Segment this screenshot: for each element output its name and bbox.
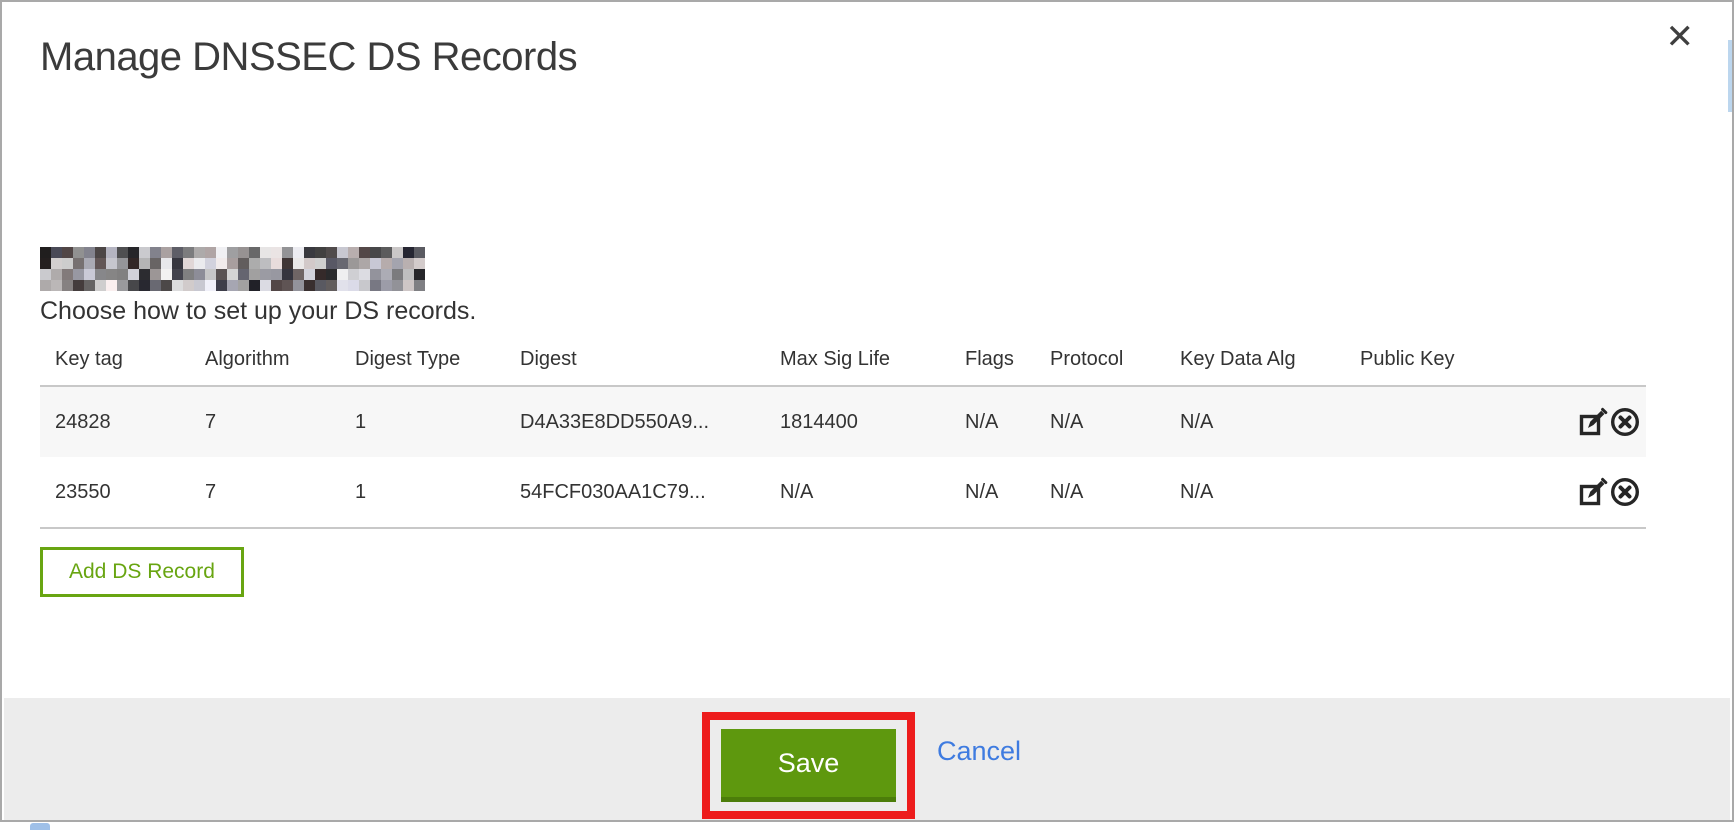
edit-record-icon[interactable] — [1578, 477, 1608, 507]
col-algorithm: Algorithm — [190, 336, 340, 386]
cell-digest-type: 1 — [340, 386, 505, 457]
col-key-tag: Key tag — [40, 336, 190, 386]
cell-max-sig-life: N/A — [765, 457, 950, 528]
col-protocol: Protocol — [1035, 336, 1165, 386]
modal-footer: Save Cancel — [4, 698, 1730, 820]
dnssec-modal: Manage DNSSEC DS Records ✕ Choose how to… — [0, 0, 1734, 822]
annotation-highlight: Save — [702, 712, 915, 819]
row-actions — [1480, 386, 1646, 457]
cell-digest-type: 1 — [340, 457, 505, 528]
cell-public-key — [1345, 457, 1480, 528]
cell-digest: D4A33E8DD550A9... — [505, 386, 765, 457]
cancel-link[interactable]: Cancel — [937, 736, 1021, 767]
cell-flags: N/A — [950, 386, 1035, 457]
cell-max-sig-life: 1814400 — [765, 386, 950, 457]
background-page-fragment — [1728, 40, 1732, 112]
background-page-fragment — [30, 823, 50, 830]
cell-key-tag: 23550 — [40, 457, 190, 528]
cell-key-data-alg: N/A — [1165, 386, 1345, 457]
save-button[interactable]: Save — [721, 729, 896, 802]
cell-public-key — [1345, 386, 1480, 457]
edit-record-icon[interactable] — [1578, 407, 1608, 437]
close-icon[interactable]: ✕ — [1666, 20, 1695, 54]
cell-flags: N/A — [950, 457, 1035, 528]
cell-digest: 54FCF030AA1C79... — [505, 457, 765, 528]
cell-algorithm: 7 — [190, 386, 340, 457]
col-max-sig-life: Max Sig Life — [765, 336, 950, 386]
col-actions — [1480, 336, 1646, 386]
page-title: Manage DNSSEC DS Records — [2, 2, 1732, 80]
cell-key-data-alg: N/A — [1165, 457, 1345, 528]
col-key-data-alg: Key Data Alg — [1165, 336, 1345, 386]
col-digest-type: Digest Type — [340, 336, 505, 386]
cell-algorithm: 7 — [190, 457, 340, 528]
table-row: 24828 7 1 D4A33E8DD550A9... 1814400 N/A … — [40, 386, 1646, 457]
add-ds-record-button[interactable]: Add DS Record — [40, 547, 244, 597]
table-row: 23550 7 1 54FCF030AA1C79... N/A N/A N/A … — [40, 457, 1646, 528]
cell-key-tag: 24828 — [40, 386, 190, 457]
cell-protocol: N/A — [1035, 386, 1165, 457]
col-flags: Flags — [950, 336, 1035, 386]
subtitle-text: Choose how to set up your DS records. — [40, 297, 1732, 326]
col-public-key: Public Key — [1345, 336, 1480, 386]
col-digest: Digest — [505, 336, 765, 386]
delete-record-icon[interactable] — [1610, 477, 1640, 507]
redacted-domain — [40, 247, 425, 291]
table-header-row: Key tag Algorithm Digest Type Digest Max… — [40, 336, 1646, 386]
row-actions — [1480, 457, 1646, 528]
delete-record-icon[interactable] — [1610, 407, 1640, 437]
ds-records-table: Key tag Algorithm Digest Type Digest Max… — [40, 336, 1646, 529]
cell-protocol: N/A — [1035, 457, 1165, 528]
